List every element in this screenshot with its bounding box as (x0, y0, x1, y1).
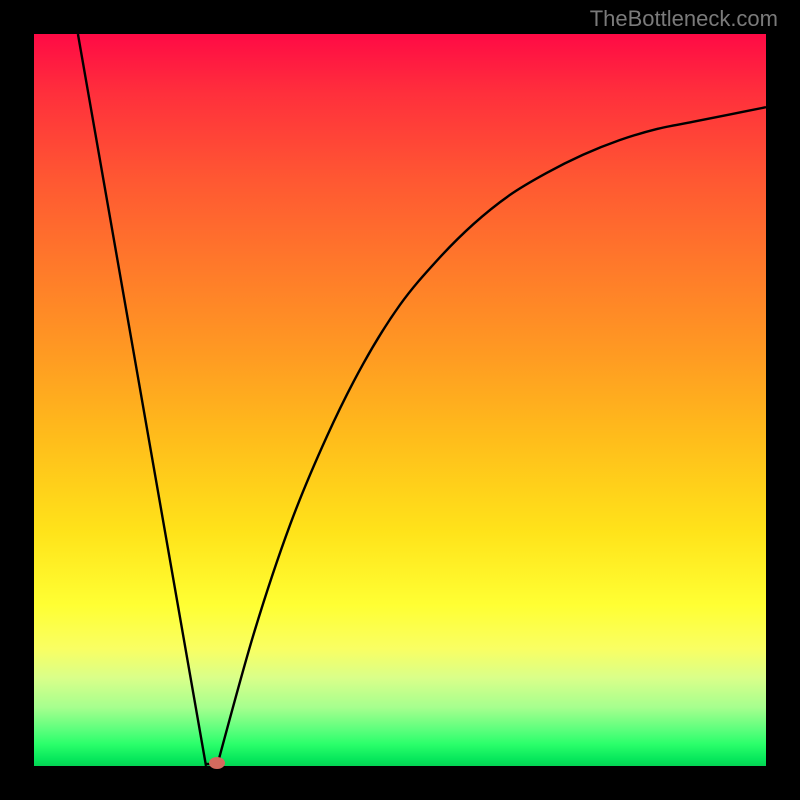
plot-area (34, 34, 766, 766)
bottleneck-marker (209, 757, 225, 769)
left-descent-line (78, 34, 206, 766)
chart-container: TheBottleneck.com (0, 0, 800, 800)
curve-path-group (78, 34, 766, 766)
curve-svg (34, 34, 766, 766)
watermark-text: TheBottleneck.com (590, 6, 778, 32)
right-ascending-curve (217, 107, 766, 766)
